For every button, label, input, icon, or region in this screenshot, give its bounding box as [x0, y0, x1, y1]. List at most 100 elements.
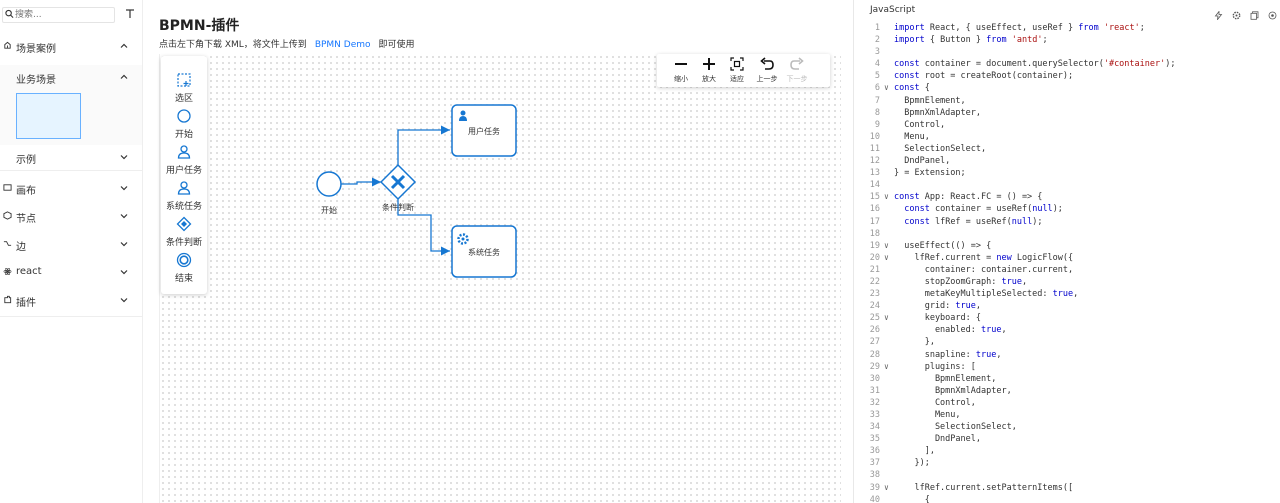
dnd-item-start[interactable]: 开始	[161, 106, 207, 142]
code-text: const App: React.FC = () => {	[894, 192, 1043, 203]
code-line: 15 ∨ const App: React.FC = () => {	[854, 191, 1280, 203]
code-line: 4 const container = document.querySelecto…	[854, 58, 1280, 70]
nav-item-plugin[interactable]: 插件	[0, 288, 142, 312]
fold-chevron-icon[interactable]: ∨	[884, 240, 892, 252]
search-box[interactable]	[2, 7, 115, 23]
code-text: {	[894, 494, 930, 503]
start-event-icon	[177, 109, 191, 123]
code-text: metaKeyMultipleSelected: true,	[894, 289, 1079, 300]
code-line: 9 Control,	[854, 119, 1280, 131]
undo-button[interactable]: 上一步	[753, 54, 781, 87]
start-event[interactable]	[316, 171, 342, 197]
code-line: 14	[854, 179, 1280, 191]
code-line: 26 enabled: true,	[854, 324, 1280, 336]
fit-icon	[730, 57, 744, 71]
line-number: 16	[869, 204, 880, 215]
nav-item-label: 画布	[16, 186, 36, 197]
code-line: 21 container: container.current,	[854, 264, 1280, 276]
code-text: });	[894, 458, 930, 469]
line-number: 5	[874, 71, 880, 82]
search-input[interactable]	[15, 9, 111, 21]
user-task-label: 用户任务	[468, 126, 500, 136]
expand-icon[interactable]	[1268, 5, 1277, 20]
line-number: 13	[869, 168, 880, 179]
code-text: useEffect(() => {	[894, 240, 992, 251]
fold-chevron-icon[interactable]: ∨	[884, 82, 892, 94]
fold-chevron-icon[interactable]: ∨	[884, 361, 892, 373]
redo-button[interactable]: 下一步	[783, 54, 811, 87]
nav-item-react[interactable]: react	[0, 260, 142, 284]
fold-chevron-icon[interactable]: ∨	[884, 191, 892, 203]
code-text: const root = createRoot(container);	[894, 71, 1074, 82]
dnd-item-end[interactable]: 结束	[161, 250, 207, 286]
fold-chevron-icon[interactable]: ∨	[884, 252, 892, 264]
react-icon	[3, 267, 12, 276]
chevron-down-icon	[120, 155, 128, 160]
line-number: 39	[869, 482, 880, 493]
copy-icon[interactable]	[1250, 5, 1259, 20]
filter-icon[interactable]	[124, 8, 136, 20]
code-line: 35 DndPanel,	[854, 433, 1280, 445]
chevron-down-icon	[120, 298, 128, 303]
gear-icon[interactable]	[1232, 5, 1241, 20]
code-line: 25 ∨ keyboard: {	[854, 312, 1280, 324]
nav-item-examples[interactable]: 示例	[0, 145, 142, 169]
code-line: 11 SelectionSelect,	[854, 143, 1280, 155]
nav-item-label: 示例	[16, 155, 36, 166]
code-text: enabled: true,	[894, 325, 1007, 336]
code-text: SelectionSelect,	[894, 422, 1017, 433]
edge-icon	[3, 241, 12, 246]
nav-item-cases[interactable]: 场景案例	[0, 34, 142, 58]
line-number: 30	[869, 373, 880, 384]
nav-item-canvas[interactable]: 画布	[0, 176, 142, 200]
code-line: 28 snapline: true,	[854, 349, 1280, 361]
code-line: 13} = Extension;	[854, 167, 1280, 179]
node-icon	[3, 211, 12, 220]
code-text: stopZoomGraph: true,	[894, 276, 1028, 287]
lightning-icon[interactable]	[1214, 5, 1223, 21]
fit-button[interactable]: 适应	[723, 54, 751, 87]
fold-chevron-icon[interactable]: ∨	[884, 482, 892, 494]
code-line: 40 {	[854, 494, 1280, 503]
dnd-item-gateway[interactable]: 条件判断	[161, 214, 207, 250]
edge-start-gateway[interactable]	[341, 177, 381, 187]
dnd-item-selection[interactable]: 选区	[161, 70, 207, 106]
line-number: 17	[869, 216, 880, 227]
app-root: 场景案例 业务场景 示例 画布 节点	[0, 0, 1280, 503]
code-text: SelectionSelect,	[894, 143, 987, 154]
dnd-item-service-task[interactable]: 系统任务	[161, 178, 207, 214]
code-lines[interactable]: 1 import React, { useEffect, useRef } fro…	[854, 22, 1280, 503]
line-number: 15	[869, 192, 880, 203]
plugin-icon	[4, 295, 12, 304]
dnd-item-label: 选区	[174, 94, 193, 104]
code-text: lfRef.current.setPatternItems([	[894, 482, 1074, 493]
fold-chevron-icon[interactable]: ∨	[884, 312, 892, 324]
zoom-in-icon	[703, 58, 715, 70]
dnd-panel: 选区 开始 用户任务 系统任务 条件判断 结束	[161, 56, 207, 294]
divider	[0, 316, 142, 317]
code-line: 8 BpmnXmlAdapter,	[854, 107, 1280, 119]
code-text: Control,	[894, 397, 976, 408]
code-text: snapline: true,	[894, 349, 1002, 360]
code-text: },	[894, 337, 935, 348]
undo-icon	[760, 57, 774, 70]
search-icon	[5, 9, 14, 18]
scene-thumbnail[interactable]	[16, 93, 81, 139]
control-panel: 缩小 放大 适应 上一步 下一步	[657, 54, 830, 87]
nav-item-edge[interactable]: 边	[0, 232, 142, 256]
code-line: 7 BpmnElement,	[854, 95, 1280, 107]
dnd-item-user-task[interactable]: 用户任务	[161, 142, 207, 178]
code-line: 5 const root = createRoot(container);	[854, 70, 1280, 82]
chevron-down-icon	[120, 242, 128, 247]
edge-gateway-user-task[interactable]	[397, 125, 450, 165]
code-text: DndPanel,	[894, 434, 981, 445]
nav-item-business[interactable]: 业务场景	[0, 65, 142, 89]
service-task-icon	[177, 181, 191, 195]
divider	[0, 170, 142, 171]
line-number: 31	[869, 385, 880, 396]
nav-item-label: 节点	[16, 214, 36, 225]
code-text: plugins: [	[894, 361, 976, 372]
code-text: BpmnElement,	[894, 95, 966, 106]
nav-item-node[interactable]: 节点	[0, 204, 142, 228]
code-line: 6 ∨ const {	[854, 82, 1280, 94]
